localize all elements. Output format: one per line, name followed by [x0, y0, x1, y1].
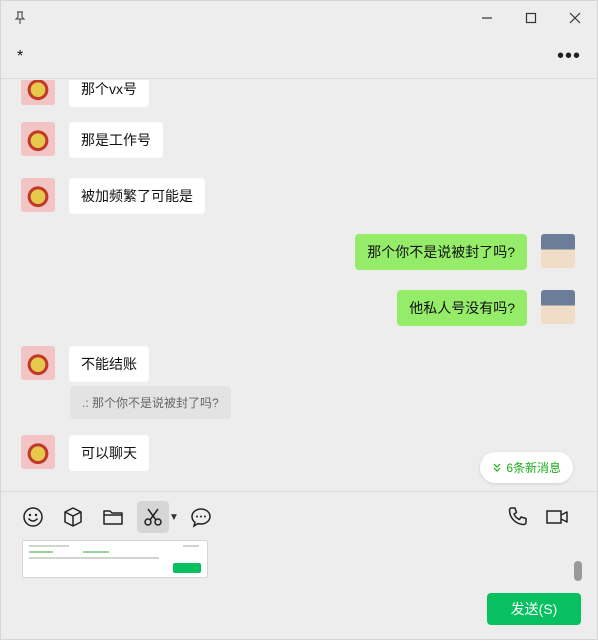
- close-icon[interactable]: [563, 6, 587, 30]
- avatar[interactable]: [541, 290, 575, 324]
- composer-toolbar: ▼: [1, 500, 597, 534]
- package-icon[interactable]: [57, 501, 89, 533]
- message-item: 可以聊天: [21, 435, 149, 471]
- avatar[interactable]: [21, 178, 55, 212]
- message-item: 不能结账: [21, 346, 149, 382]
- message-bubble[interactable]: 被加频繁了可能是: [69, 178, 205, 214]
- phone-icon[interactable]: [501, 501, 533, 533]
- quoted-message[interactable]: .: 那个你不是说被封了吗?: [70, 386, 231, 419]
- message-bubble[interactable]: 那个vx号: [69, 80, 149, 107]
- minimize-icon[interactable]: [475, 6, 499, 30]
- message-list[interactable]: 那个vx号 那是工作号 被加频繁了可能是 那个你不是说被封了吗? 他私人号没有吗…: [1, 80, 597, 491]
- send-button[interactable]: 发送(S): [487, 593, 581, 625]
- chevron-down-icon[interactable]: ▼: [169, 512, 179, 523]
- message-item: 那个你不是说被封了吗?: [355, 234, 575, 270]
- avatar[interactable]: [21, 346, 55, 380]
- pin-icon[interactable]: [13, 11, 27, 25]
- avatar[interactable]: [541, 234, 575, 268]
- avatar[interactable]: [21, 435, 55, 469]
- message-bubble[interactable]: 那个你不是说被封了吗?: [355, 234, 527, 270]
- composer: ▼ 发送(S): [1, 491, 597, 639]
- more-icon[interactable]: •••: [557, 45, 581, 68]
- pasted-screenshot-thumbnail[interactable]: [22, 540, 208, 578]
- video-icon[interactable]: [541, 501, 573, 533]
- message-item: 那个vx号: [21, 80, 149, 107]
- maximize-icon[interactable]: [519, 6, 543, 30]
- message-bubble[interactable]: 他私人号没有吗?: [397, 290, 527, 326]
- message-bubble[interactable]: 不能结账: [69, 346, 149, 382]
- emoji-icon[interactable]: [17, 501, 49, 533]
- scrollbar[interactable]: [574, 561, 582, 581]
- new-messages-button[interactable]: 6条新消息: [480, 452, 573, 483]
- message-item: 那是工作号: [21, 122, 163, 158]
- title-bar: [1, 1, 597, 35]
- double-chevron-down-icon: [492, 463, 502, 473]
- message-item: 他私人号没有吗?: [397, 290, 575, 326]
- message-item: 被加频繁了可能是: [21, 178, 205, 214]
- scissors-icon[interactable]: [137, 501, 169, 533]
- message-bubble[interactable]: 那是工作号: [69, 122, 163, 158]
- chat-title: *: [17, 47, 24, 65]
- message-bubble[interactable]: 可以聊天: [69, 435, 149, 471]
- avatar[interactable]: [21, 122, 55, 156]
- chat-header: * •••: [1, 35, 597, 79]
- window-controls: [475, 6, 587, 30]
- folder-icon[interactable]: [97, 501, 129, 533]
- avatar[interactable]: [21, 80, 55, 105]
- new-messages-label: 6条新消息: [506, 461, 561, 475]
- chat-bubble-icon[interactable]: [185, 501, 217, 533]
